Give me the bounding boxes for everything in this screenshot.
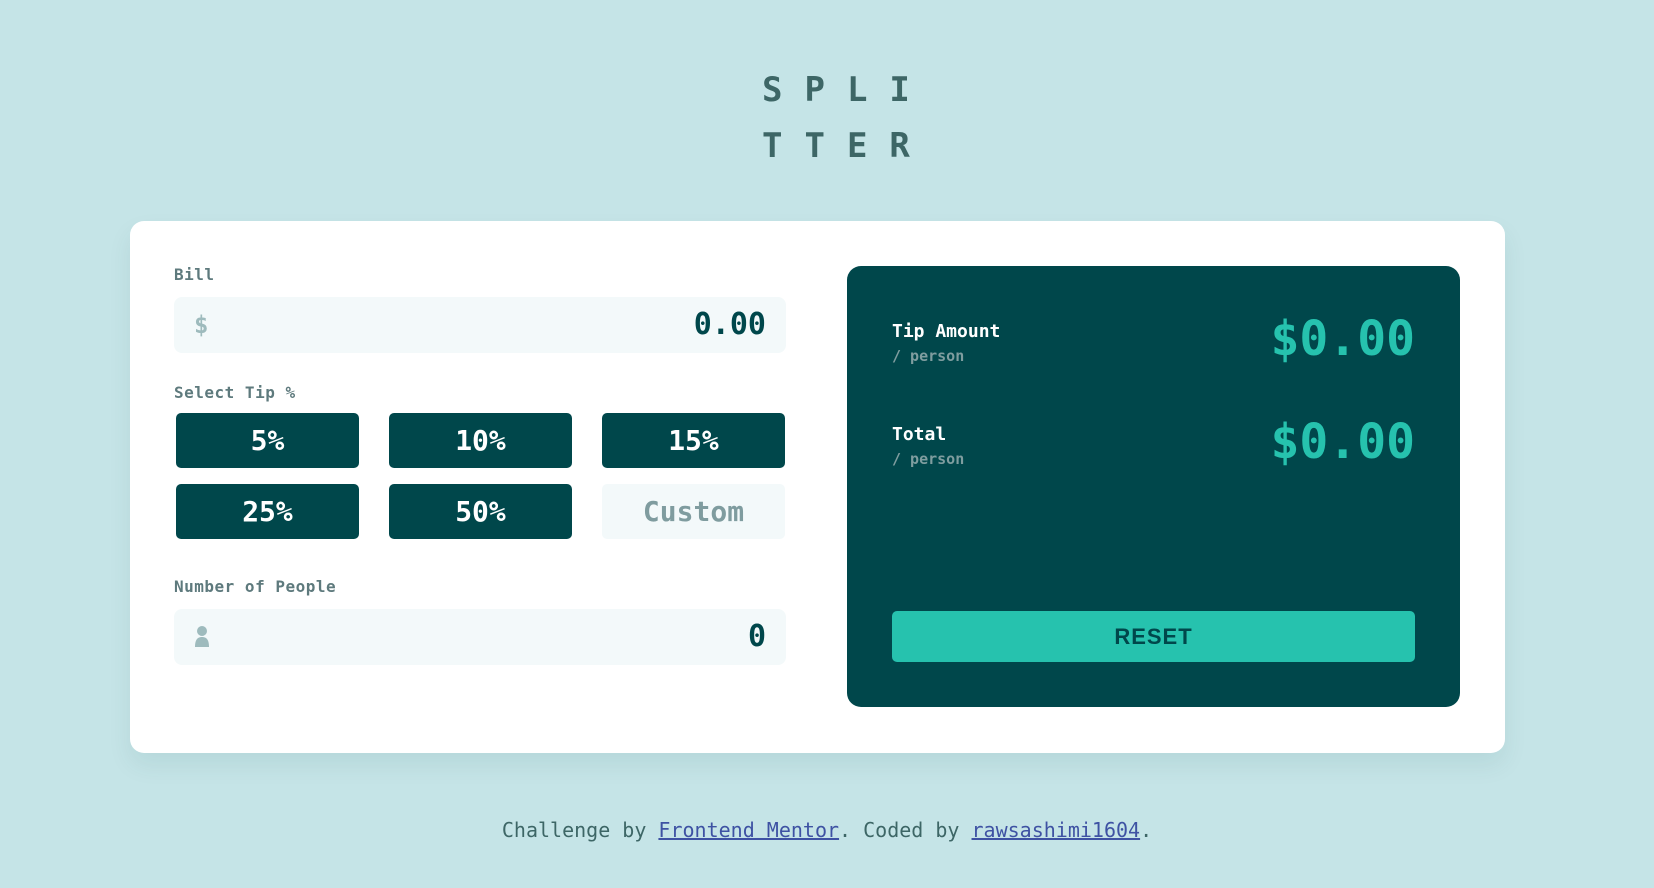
- tip-amount-label: Tip Amount: [892, 321, 1001, 342]
- calculator-card: Bill $ 0.00 Select Tip % 5% 10% 15% 25% …: [130, 221, 1505, 753]
- tip-button-50[interactable]: 50%: [389, 484, 572, 539]
- person-icon: [195, 626, 209, 647]
- results-panel: Tip Amount / person $0.00 Total / person…: [847, 266, 1460, 707]
- custom-tip-input[interactable]: Custom: [602, 484, 785, 539]
- attribution-prefix: Challenge by: [501, 818, 659, 842]
- attribution: Challenge by Frontend Mentor. Coded by r…: [0, 818, 1654, 842]
- bill-value[interactable]: 0.00: [694, 297, 766, 353]
- tip-label: Select Tip %: [174, 383, 296, 402]
- tip-options: 5% 10% 15% 25% 50% Custom: [174, 413, 786, 539]
- people-input[interactable]: 0: [174, 609, 786, 665]
- attribution-suffix: .: [1140, 818, 1153, 842]
- logo-line-1: SPLI: [762, 70, 932, 110]
- tip-button-5[interactable]: 5%: [176, 413, 359, 468]
- logo-line-2: TTER: [762, 126, 932, 166]
- tip-amount-value: $0.00: [1270, 311, 1416, 367]
- tip-button-10[interactable]: 10%: [389, 413, 572, 468]
- total-label: Total: [892, 424, 947, 445]
- input-panel: Bill $ 0.00 Select Tip % 5% 10% 15% 25% …: [174, 265, 786, 665]
- people-label: Number of People: [174, 577, 337, 596]
- tip-button-15[interactable]: 15%: [602, 413, 785, 468]
- bill-label: Bill: [174, 265, 215, 284]
- reset-button[interactable]: RESET: [892, 611, 1415, 662]
- tip-amount-per-person: / person: [892, 347, 965, 365]
- tip-amount-row: Tip Amount / person $0.00: [892, 311, 1415, 381]
- logo: SPLI TTER: [0, 62, 1654, 174]
- total-per-person: / person: [892, 450, 965, 468]
- bill-input[interactable]: $ 0.00: [174, 297, 786, 353]
- people-value[interactable]: 0: [748, 609, 766, 665]
- total-value: $0.00: [1270, 414, 1416, 470]
- tip-button-25[interactable]: 25%: [176, 484, 359, 539]
- attribution-middle: . Coded by: [839, 818, 972, 842]
- author-link[interactable]: rawsashimi1604: [972, 818, 1141, 842]
- dollar-icon: $: [194, 311, 209, 339]
- frontend-mentor-link[interactable]: Frontend Mentor: [658, 818, 839, 842]
- total-row: Total / person $0.00: [892, 414, 1415, 484]
